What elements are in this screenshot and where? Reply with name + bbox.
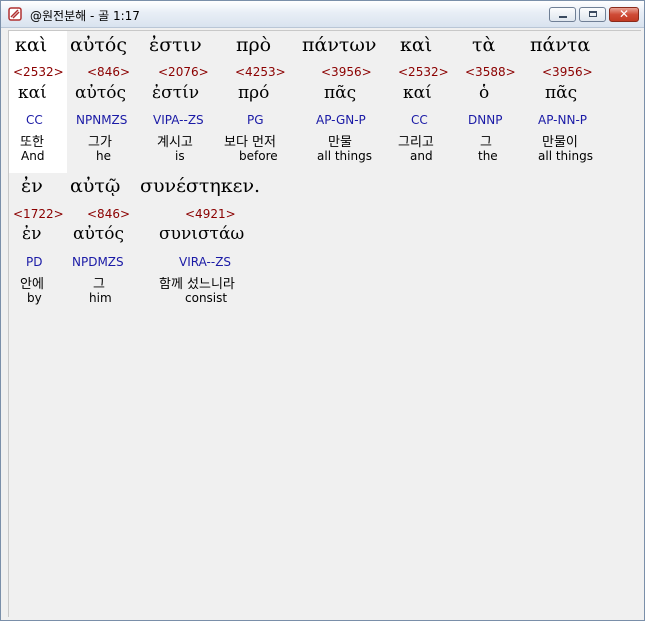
minimize-icon — [559, 16, 567, 18]
greek-word: συνέστηκεν. — [140, 175, 261, 197]
close-icon: ✕ — [618, 7, 630, 21]
strong-number[interactable]: <4921> — [185, 207, 236, 221]
lemma: πᾶς — [324, 83, 357, 103]
korean-gloss: 보다 먼저 — [224, 135, 276, 150]
strong-number[interactable]: <2532> — [13, 65, 64, 79]
strong-number[interactable]: <3956> — [321, 65, 372, 79]
greek-word: ἐστιν — [149, 34, 202, 56]
greek-word: ἐν — [21, 175, 43, 197]
korean-gloss: 그리고 — [398, 135, 434, 150]
korean-gloss: 그 — [93, 277, 105, 292]
minimize-button[interactable] — [549, 7, 576, 22]
strong-number[interactable]: <2532> — [398, 65, 449, 79]
parse-code: VIPA--ZS — [153, 113, 204, 127]
english-gloss: by — [27, 291, 42, 305]
parse-code: DNNP — [468, 113, 503, 127]
korean-gloss: 그 — [480, 135, 492, 150]
strong-number[interactable]: <3588> — [465, 65, 516, 79]
strong-number[interactable]: <1722> — [13, 207, 64, 221]
lemma: ὁ — [479, 83, 490, 103]
close-button[interactable]: ✕ — [609, 7, 639, 22]
interlinear-panel[interactable]: καὶ <2532> καί CC 또한 And αὐτός <846> αὐτ… — [8, 30, 641, 617]
english-gloss: all things — [317, 149, 372, 163]
strong-number[interactable]: <3956> — [542, 65, 593, 79]
strong-number[interactable]: <2076> — [158, 65, 209, 79]
korean-gloss: 안에 — [20, 277, 44, 292]
english-gloss: consist — [185, 291, 228, 305]
lemma: ἐν — [22, 224, 42, 244]
english-gloss: the — [478, 149, 498, 163]
korean-gloss: 만물 — [328, 135, 352, 150]
korean-gloss: 또한 — [20, 135, 44, 150]
lemma: καί — [403, 83, 432, 103]
parse-code: NPNMZS — [76, 113, 128, 127]
korean-gloss: 그가 — [88, 135, 112, 150]
greek-word: αὐτῷ — [70, 175, 121, 197]
lemma: αὐτός — [73, 224, 124, 244]
greek-word: πάντα — [530, 34, 591, 56]
strong-number[interactable]: <846> — [87, 65, 130, 79]
english-gloss: is — [175, 149, 185, 163]
lemma: αὐτός — [75, 83, 126, 103]
strong-number[interactable]: <846> — [87, 207, 130, 221]
app-window: @원전분해 - 골 1:17 ✕ καὶ <2532> καί CC 또한 An… — [0, 0, 645, 621]
bible-app-icon — [8, 7, 22, 21]
parse-code: VIRA--ZS — [179, 255, 232, 269]
parse-code: PD — [26, 255, 43, 269]
english-gloss: and — [410, 149, 433, 163]
lemma: καί — [18, 83, 47, 103]
korean-gloss: 계시고 — [157, 135, 193, 150]
english-gloss: him — [89, 291, 112, 305]
korean-gloss: 함께 섰느니라 — [159, 277, 235, 292]
lemma: συνιστάω — [159, 224, 245, 244]
parse-code: AP-NN-P — [538, 113, 588, 127]
greek-word: αὐτός — [70, 34, 127, 56]
english-gloss: all things — [538, 149, 593, 163]
greek-word: καὶ — [400, 34, 433, 56]
korean-gloss: 만물이 — [542, 135, 578, 150]
english-gloss: he — [96, 149, 111, 163]
greek-word: πρὸ — [236, 34, 272, 56]
parse-code: PG — [247, 113, 264, 127]
parse-code: CC — [411, 113, 428, 127]
english-gloss: And — [21, 149, 45, 163]
maximize-icon — [589, 11, 597, 17]
parse-code: NPDMZS — [72, 255, 124, 269]
english-gloss: before — [239, 149, 278, 163]
greek-word: καὶ — [15, 34, 48, 56]
window-title: @원전분해 - 골 1:17 — [30, 9, 140, 23]
parse-code: CC — [26, 113, 43, 127]
maximize-button[interactable] — [579, 7, 606, 22]
strong-number[interactable]: <4253> — [235, 65, 286, 79]
lemma: ἐστίν — [152, 83, 200, 103]
title-bar[interactable]: @원전분해 - 골 1:17 ✕ — [1, 1, 644, 28]
greek-word: τὰ — [472, 34, 496, 56]
greek-word: πάντων — [302, 34, 377, 56]
lemma: πᾶς — [545, 83, 578, 103]
parse-code: AP-GN-P — [316, 113, 366, 127]
lemma: πρό — [238, 83, 270, 103]
